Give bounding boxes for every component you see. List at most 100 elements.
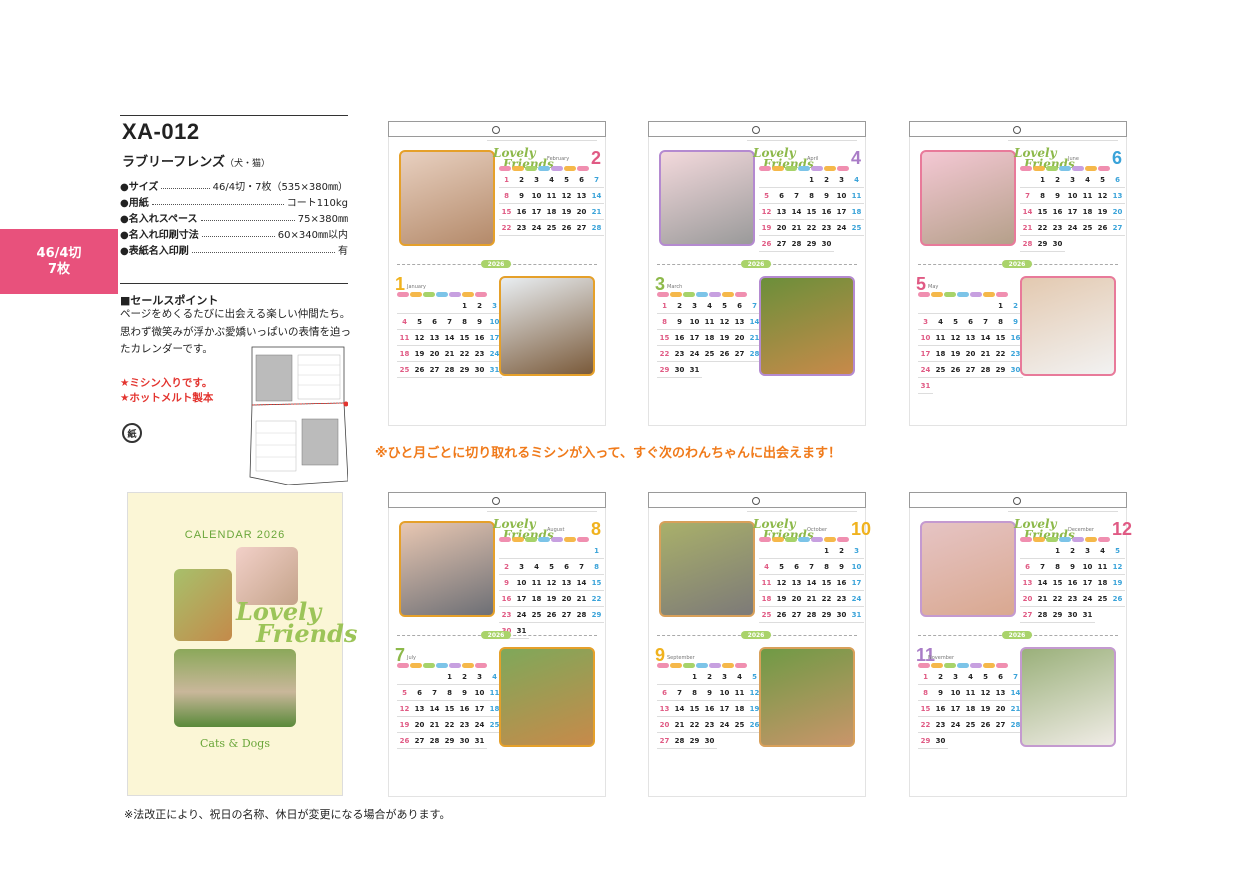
weekday-chip bbox=[735, 663, 747, 668]
spec-row: ●サイズ 46/4切・7枚（535×380㎜） bbox=[120, 177, 348, 193]
month-name: May bbox=[928, 284, 939, 290]
day-cell: 23 bbox=[819, 220, 834, 236]
day-cell: 6 bbox=[732, 298, 747, 314]
day-cell: 10 bbox=[1080, 559, 1095, 575]
day-cell: 26 bbox=[412, 362, 427, 378]
year-badge: 2026 bbox=[1002, 260, 1032, 268]
day-cell: 15 bbox=[589, 575, 604, 591]
day-cell: 20 bbox=[963, 346, 978, 362]
weekday-chip bbox=[670, 292, 682, 297]
weekday-chip bbox=[1085, 166, 1097, 171]
pet-photo-bottom bbox=[499, 647, 595, 747]
empty-cell bbox=[397, 669, 412, 685]
empty-cell bbox=[574, 543, 589, 559]
day-cell: 12 bbox=[774, 575, 789, 591]
month-name: April bbox=[807, 156, 819, 162]
weekday-chip bbox=[512, 166, 524, 171]
day-cell: 8 bbox=[804, 188, 819, 204]
day-cell: 25 bbox=[732, 717, 747, 733]
day-cell: 20 bbox=[732, 330, 747, 346]
weekday-chip bbox=[957, 663, 969, 668]
day-cell: 31 bbox=[514, 623, 529, 639]
empty-cell bbox=[933, 298, 948, 314]
day-cell: 6 bbox=[657, 685, 672, 701]
recycle-paper-icon: 紙 bbox=[122, 423, 142, 443]
day-cell: 2 bbox=[819, 172, 834, 188]
day-cell: 17 bbox=[687, 330, 702, 346]
day-cell: 5 bbox=[1110, 543, 1125, 559]
day-cell: 30 bbox=[819, 236, 834, 252]
month-grid: 1 2 3 4 5 6 7 8 9 10 11 12 13 14 15 16 17 18 19 20 21 22 23 24 2… bbox=[397, 669, 502, 749]
day-cell: 6 bbox=[574, 172, 589, 188]
day-cell: 14 bbox=[1020, 204, 1035, 220]
weekday-chip bbox=[722, 292, 734, 297]
weekday-chip bbox=[824, 166, 836, 171]
day-cell: 16 bbox=[457, 701, 472, 717]
day-cell: 4 bbox=[933, 314, 948, 330]
day-cell: 10 bbox=[918, 330, 933, 346]
empty-cell bbox=[672, 669, 687, 685]
pet-photo-bottom bbox=[499, 276, 595, 376]
day-cell: 14 bbox=[442, 330, 457, 346]
day-cell: 18 bbox=[397, 346, 412, 362]
month-name: March bbox=[667, 284, 683, 290]
weekday-chip bbox=[462, 292, 474, 297]
day-cell: 8 bbox=[499, 188, 514, 204]
fine-print-line bbox=[747, 511, 857, 513]
day-cell: 1 bbox=[442, 669, 457, 685]
day-cell: 12 bbox=[397, 701, 412, 717]
day-cell: 29 bbox=[589, 607, 604, 623]
cover-page: CALENDAR 2026 Lovely Friends Cats & Dogs bbox=[127, 492, 357, 796]
weekday-chip bbox=[512, 537, 524, 542]
weekday-header bbox=[499, 537, 589, 542]
day-cell: 30 bbox=[702, 733, 717, 749]
day-cell: 20 bbox=[993, 701, 1008, 717]
spec-key: ●表紙名入印刷 bbox=[120, 245, 189, 257]
day-cell: 15 bbox=[819, 575, 834, 591]
weekday-chip bbox=[1033, 166, 1045, 171]
day-cell: 7 bbox=[978, 314, 993, 330]
weekday-chip bbox=[696, 292, 708, 297]
weekday-chip bbox=[564, 537, 576, 542]
hanger-hole-icon bbox=[648, 492, 866, 508]
weekday-chip bbox=[657, 292, 669, 297]
day-cell: 15 bbox=[687, 701, 702, 717]
day-cell: 4 bbox=[963, 669, 978, 685]
leader-dots bbox=[191, 246, 335, 253]
weekday-chip bbox=[462, 663, 474, 668]
weekday-chip bbox=[551, 166, 563, 171]
day-cell: 3 bbox=[948, 669, 963, 685]
day-cell: 21 bbox=[978, 346, 993, 362]
day-cell: 23 bbox=[1050, 220, 1065, 236]
day-cell: 21 bbox=[427, 717, 442, 733]
day-cell: 12 bbox=[559, 188, 574, 204]
weekday-chip bbox=[1046, 537, 1058, 542]
hanger-hole-icon bbox=[388, 492, 606, 508]
day-cell: 2 bbox=[1050, 172, 1065, 188]
year-badge: 2026 bbox=[741, 631, 771, 639]
day-cell: 19 bbox=[717, 330, 732, 346]
weekday-chip bbox=[538, 537, 550, 542]
day-cell: 27 bbox=[574, 220, 589, 236]
pet-photo-top bbox=[920, 521, 1016, 617]
month-name: February bbox=[547, 156, 570, 162]
day-cell: 4 bbox=[1080, 172, 1095, 188]
divider bbox=[120, 115, 348, 116]
cover-logo: Lovely Friends bbox=[236, 600, 357, 646]
empty-cell bbox=[657, 669, 672, 685]
day-cell: 30 bbox=[933, 733, 948, 749]
day-cell: 10 bbox=[1065, 188, 1080, 204]
month-name: October bbox=[807, 527, 828, 533]
day-cell: 24 bbox=[948, 717, 963, 733]
weekday-chip bbox=[551, 537, 563, 542]
day-cell: 31 bbox=[849, 607, 864, 623]
day-cell: 29 bbox=[1035, 236, 1050, 252]
weekday-chip bbox=[931, 292, 943, 297]
day-cell: 4 bbox=[1095, 543, 1110, 559]
size-tab: 46/4切 7枚 bbox=[0, 229, 118, 294]
weekday-chip bbox=[1072, 537, 1084, 542]
day-cell: 4 bbox=[544, 172, 559, 188]
day-cell: 16 bbox=[514, 204, 529, 220]
month-number: 2 bbox=[591, 148, 602, 168]
day-cell: 5 bbox=[717, 298, 732, 314]
